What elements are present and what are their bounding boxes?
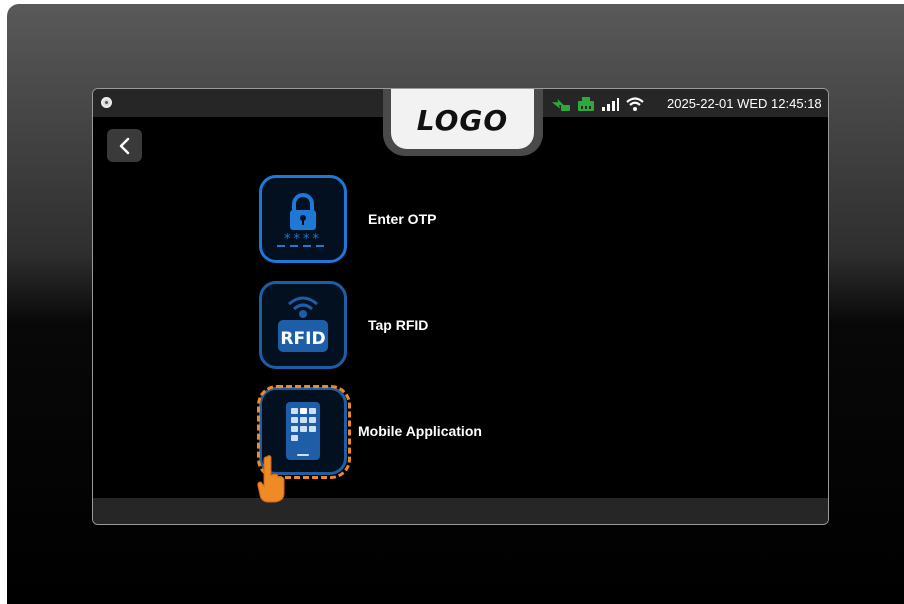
option-enter-otp[interactable]: **** Enter OTP (259, 175, 436, 263)
option-mobile-application[interactable]: Mobile Application (257, 385, 482, 479)
device-screen: LOGO 2025-22-01 WED 12:45:18 **** Enter … (92, 88, 829, 525)
svg-text:****: **** (284, 232, 322, 247)
bottom-bar (93, 498, 828, 524)
lock-otp-icon: **** (277, 193, 324, 247)
back-button[interactable] (107, 129, 142, 162)
signal-icon (601, 96, 619, 112)
chevron-left-icon (119, 137, 129, 154)
pointer-hand-icon (255, 453, 289, 510)
datetime: 2025-22-01 WED 12:45:18 (667, 96, 822, 111)
option-tap-rfid[interactable]: RFID Tap RFID (259, 281, 428, 369)
option-label: Enter OTP (368, 211, 437, 227)
wifi-icon (625, 96, 645, 112)
logo-text: LOGO (416, 103, 509, 137)
ev-charging-icon (551, 96, 571, 112)
network-icon (577, 96, 595, 112)
otp-tile[interactable]: **** (259, 175, 347, 263)
rfid-icon: RFID (278, 296, 328, 352)
rfid-icon-text: RFID (280, 329, 325, 349)
status-icons (551, 95, 645, 113)
camera-icon (101, 97, 112, 108)
option-label: Tap RFID (368, 317, 429, 333)
rfid-tile[interactable]: RFID (259, 281, 347, 369)
option-label: Mobile Application (358, 423, 482, 439)
logo: LOGO (391, 89, 534, 149)
